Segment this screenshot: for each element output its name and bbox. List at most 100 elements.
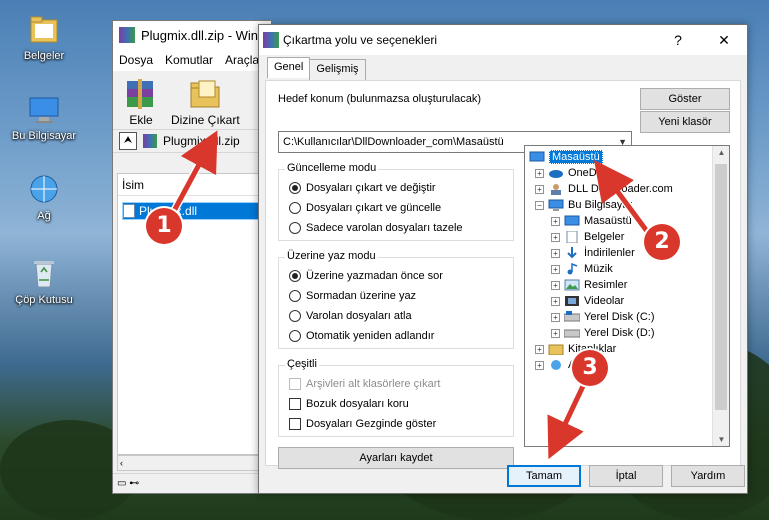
help-button[interactable]: Yardım bbox=[671, 465, 745, 487]
desktop-icon-this-pc[interactable]: Bu Bilgisayar bbox=[4, 92, 84, 142]
tree-node-this-pc[interactable]: − Bu Bilgisayar bbox=[535, 198, 632, 212]
winrar-window: Plugmix.dll.zip - Win Dosya Komutlar Ara… bbox=[112, 20, 272, 494]
target-path-label: Hedef konum (bulunmazsa oluşturulacak) bbox=[278, 93, 481, 105]
winrar-app-icon bbox=[119, 27, 135, 43]
annotation-badge-2: 2 bbox=[644, 224, 680, 260]
checkbox[interactable] bbox=[289, 418, 301, 430]
menu-item-file[interactable]: Dosya bbox=[113, 53, 159, 67]
column-header-name[interactable]: İsim bbox=[118, 174, 270, 196]
tree-vertical-scrollbar[interactable]: ▲ ▼ bbox=[712, 146, 729, 446]
checkbox-label: Arşivleri alt klasörlere çıkart bbox=[306, 378, 441, 390]
menu-item-commands[interactable]: Komutlar bbox=[159, 53, 219, 67]
expand-icon[interactable]: + bbox=[535, 360, 544, 370]
close-button[interactable]: ✕ bbox=[701, 25, 747, 55]
horizontal-scrollbar[interactable]: ‹ bbox=[117, 455, 271, 471]
desktop-icon-network[interactable]: Ağ bbox=[4, 172, 84, 222]
new-folder-button[interactable]: Yeni klasör bbox=[640, 111, 730, 133]
ok-button[interactable]: Tamam bbox=[507, 465, 581, 487]
checkbox[interactable] bbox=[289, 398, 301, 410]
expand-icon[interactable]: + bbox=[535, 168, 544, 178]
file-row[interactable]: Plugmix.dll bbox=[122, 202, 270, 220]
misc-title: Çeşitli bbox=[285, 358, 319, 370]
radio-skip-existing[interactable]: Varolan dosyaları atla bbox=[289, 310, 412, 322]
checkbox bbox=[289, 378, 301, 390]
tree-node-videos[interactable]: + Videolar bbox=[551, 294, 624, 308]
tree-node-music[interactable]: + Müzik bbox=[551, 262, 613, 276]
tree-node-user[interactable]: + DLL Downloader.com bbox=[535, 182, 673, 196]
file-list: İsim Plugmix.dll bbox=[117, 173, 271, 455]
tree-node-pictures[interactable]: + Resimler bbox=[551, 278, 627, 292]
winrar-titlebar[interactable]: Plugmix.dll.zip - Win bbox=[113, 21, 271, 49]
extract-to-button[interactable]: Dizine Çıkart bbox=[171, 77, 240, 127]
tree-node-downloads[interactable]: + İndirilenler bbox=[551, 246, 635, 260]
tree-node-desktop-root[interactable]: Masaüstü bbox=[529, 150, 603, 164]
radio-button[interactable] bbox=[289, 202, 301, 214]
collapse-icon[interactable]: − bbox=[535, 200, 544, 210]
radio-button[interactable] bbox=[289, 330, 301, 342]
cancel-button[interactable]: İptal bbox=[589, 465, 663, 487]
music-icon bbox=[564, 262, 580, 275]
show-button[interactable]: Göster bbox=[640, 88, 730, 110]
dialog-titlebar[interactable]: Çıkartma yolu ve seçenekleri ? ✕ bbox=[259, 25, 747, 55]
desktop-icon bbox=[529, 151, 545, 163]
expand-icon[interactable]: + bbox=[551, 328, 560, 338]
desktop-icon-label: Bu Bilgisayar bbox=[11, 130, 77, 142]
tree-node-pc-desktop[interactable]: + Masaüstü bbox=[551, 214, 632, 228]
tree-node-drive-c[interactable]: + Yerel Disk (C:) bbox=[551, 310, 655, 324]
checkbox-keep-broken[interactable]: Bozuk dosyaları koru bbox=[289, 398, 409, 410]
tree-node-label: DLL Downloader.com bbox=[568, 183, 673, 195]
tree-node-libraries[interactable]: + Kitaplıklar bbox=[535, 342, 616, 356]
expand-icon[interactable]: + bbox=[551, 216, 560, 226]
radio-rename-automatically[interactable]: Otomatik yeniden adlandır bbox=[289, 330, 434, 342]
add-button[interactable]: Ekle bbox=[121, 77, 161, 127]
expand-icon[interactable]: + bbox=[551, 296, 560, 306]
desktop-icon bbox=[564, 215, 580, 227]
expand-icon[interactable]: + bbox=[551, 248, 560, 258]
radio-ask-before-overwrite[interactable]: Üzerine yazmadan önce sor bbox=[289, 270, 443, 282]
radio-button[interactable] bbox=[289, 270, 301, 282]
desktop-icon-label: Çöp Kutusu bbox=[15, 294, 73, 306]
checkbox-show-in-explorer[interactable]: Dosyaları Gezginde göster bbox=[289, 418, 436, 430]
tree-node-drive-d[interactable]: + Yerel Disk (D:) bbox=[551, 326, 655, 340]
expand-icon[interactable]: + bbox=[535, 184, 544, 194]
tree-node-onedrive[interactable]: + OneDrive bbox=[535, 166, 614, 180]
tree-node-documents[interactable]: + Belgeler bbox=[551, 230, 624, 244]
drive-status-icon: ▭ ⊷ bbox=[117, 478, 140, 489]
video-icon bbox=[564, 295, 580, 307]
picture-icon bbox=[564, 279, 580, 291]
expand-icon[interactable]: + bbox=[551, 280, 560, 290]
tree-node-label: Resimler bbox=[584, 279, 628, 291]
winrar-toolbar: Ekle Dizine Çıkart bbox=[113, 71, 271, 129]
expand-icon[interactable]: + bbox=[535, 344, 544, 354]
checkbox-label: Dosyaları Gezginde göster bbox=[306, 418, 437, 430]
tree-node-label: İndirilenler bbox=[584, 247, 635, 259]
radio-extract-update[interactable]: Dosyaları çıkart ve güncelle bbox=[289, 202, 441, 214]
radio-button[interactable] bbox=[289, 222, 301, 234]
desktop-icon-recycle-bin[interactable]: Çöp Kutusu bbox=[4, 256, 84, 306]
desktop-icon-documents[interactable]: Belgeler bbox=[4, 12, 84, 62]
radio-label: Dosyaları çıkart ve değiştir bbox=[306, 182, 436, 194]
radio-button[interactable] bbox=[289, 310, 301, 322]
up-folder-button[interactable]: ⮝ bbox=[119, 132, 137, 150]
scroll-thumb[interactable] bbox=[715, 164, 727, 410]
general-tab-panel: Hedef konum (bulunmazsa oluşturulacak) C… bbox=[265, 80, 741, 469]
extract-folder-icon bbox=[185, 77, 225, 111]
drive-icon bbox=[563, 327, 581, 339]
target-path-value: C:\Kullanıcılar\DllDownloader_com\Masaüs… bbox=[283, 136, 504, 148]
scroll-up-icon[interactable]: ▲ bbox=[713, 148, 729, 157]
radio-button[interactable] bbox=[289, 182, 301, 194]
radio-freshen-existing[interactable]: Sadece varolan dosyaları tazele bbox=[289, 222, 463, 234]
archive-add-icon bbox=[121, 77, 161, 111]
desktop-icon-label: Belgeler bbox=[23, 50, 65, 62]
save-settings-button[interactable]: Ayarları kaydet bbox=[278, 447, 514, 469]
tab-advanced[interactable]: Gelişmiş bbox=[309, 59, 366, 80]
expand-icon[interactable]: + bbox=[551, 264, 560, 274]
scroll-down-icon[interactable]: ▼ bbox=[713, 435, 729, 444]
radio-extract-replace[interactable]: Dosyaları çıkart ve değiştir bbox=[289, 182, 436, 194]
help-title-button[interactable]: ? bbox=[655, 25, 701, 55]
expand-icon[interactable]: + bbox=[551, 312, 560, 322]
tab-general[interactable]: Genel bbox=[267, 57, 311, 78]
radio-button[interactable] bbox=[289, 290, 301, 302]
expand-icon[interactable]: + bbox=[551, 232, 560, 242]
radio-overwrite-without-prompt[interactable]: Sormadan üzerine yaz bbox=[289, 290, 416, 302]
